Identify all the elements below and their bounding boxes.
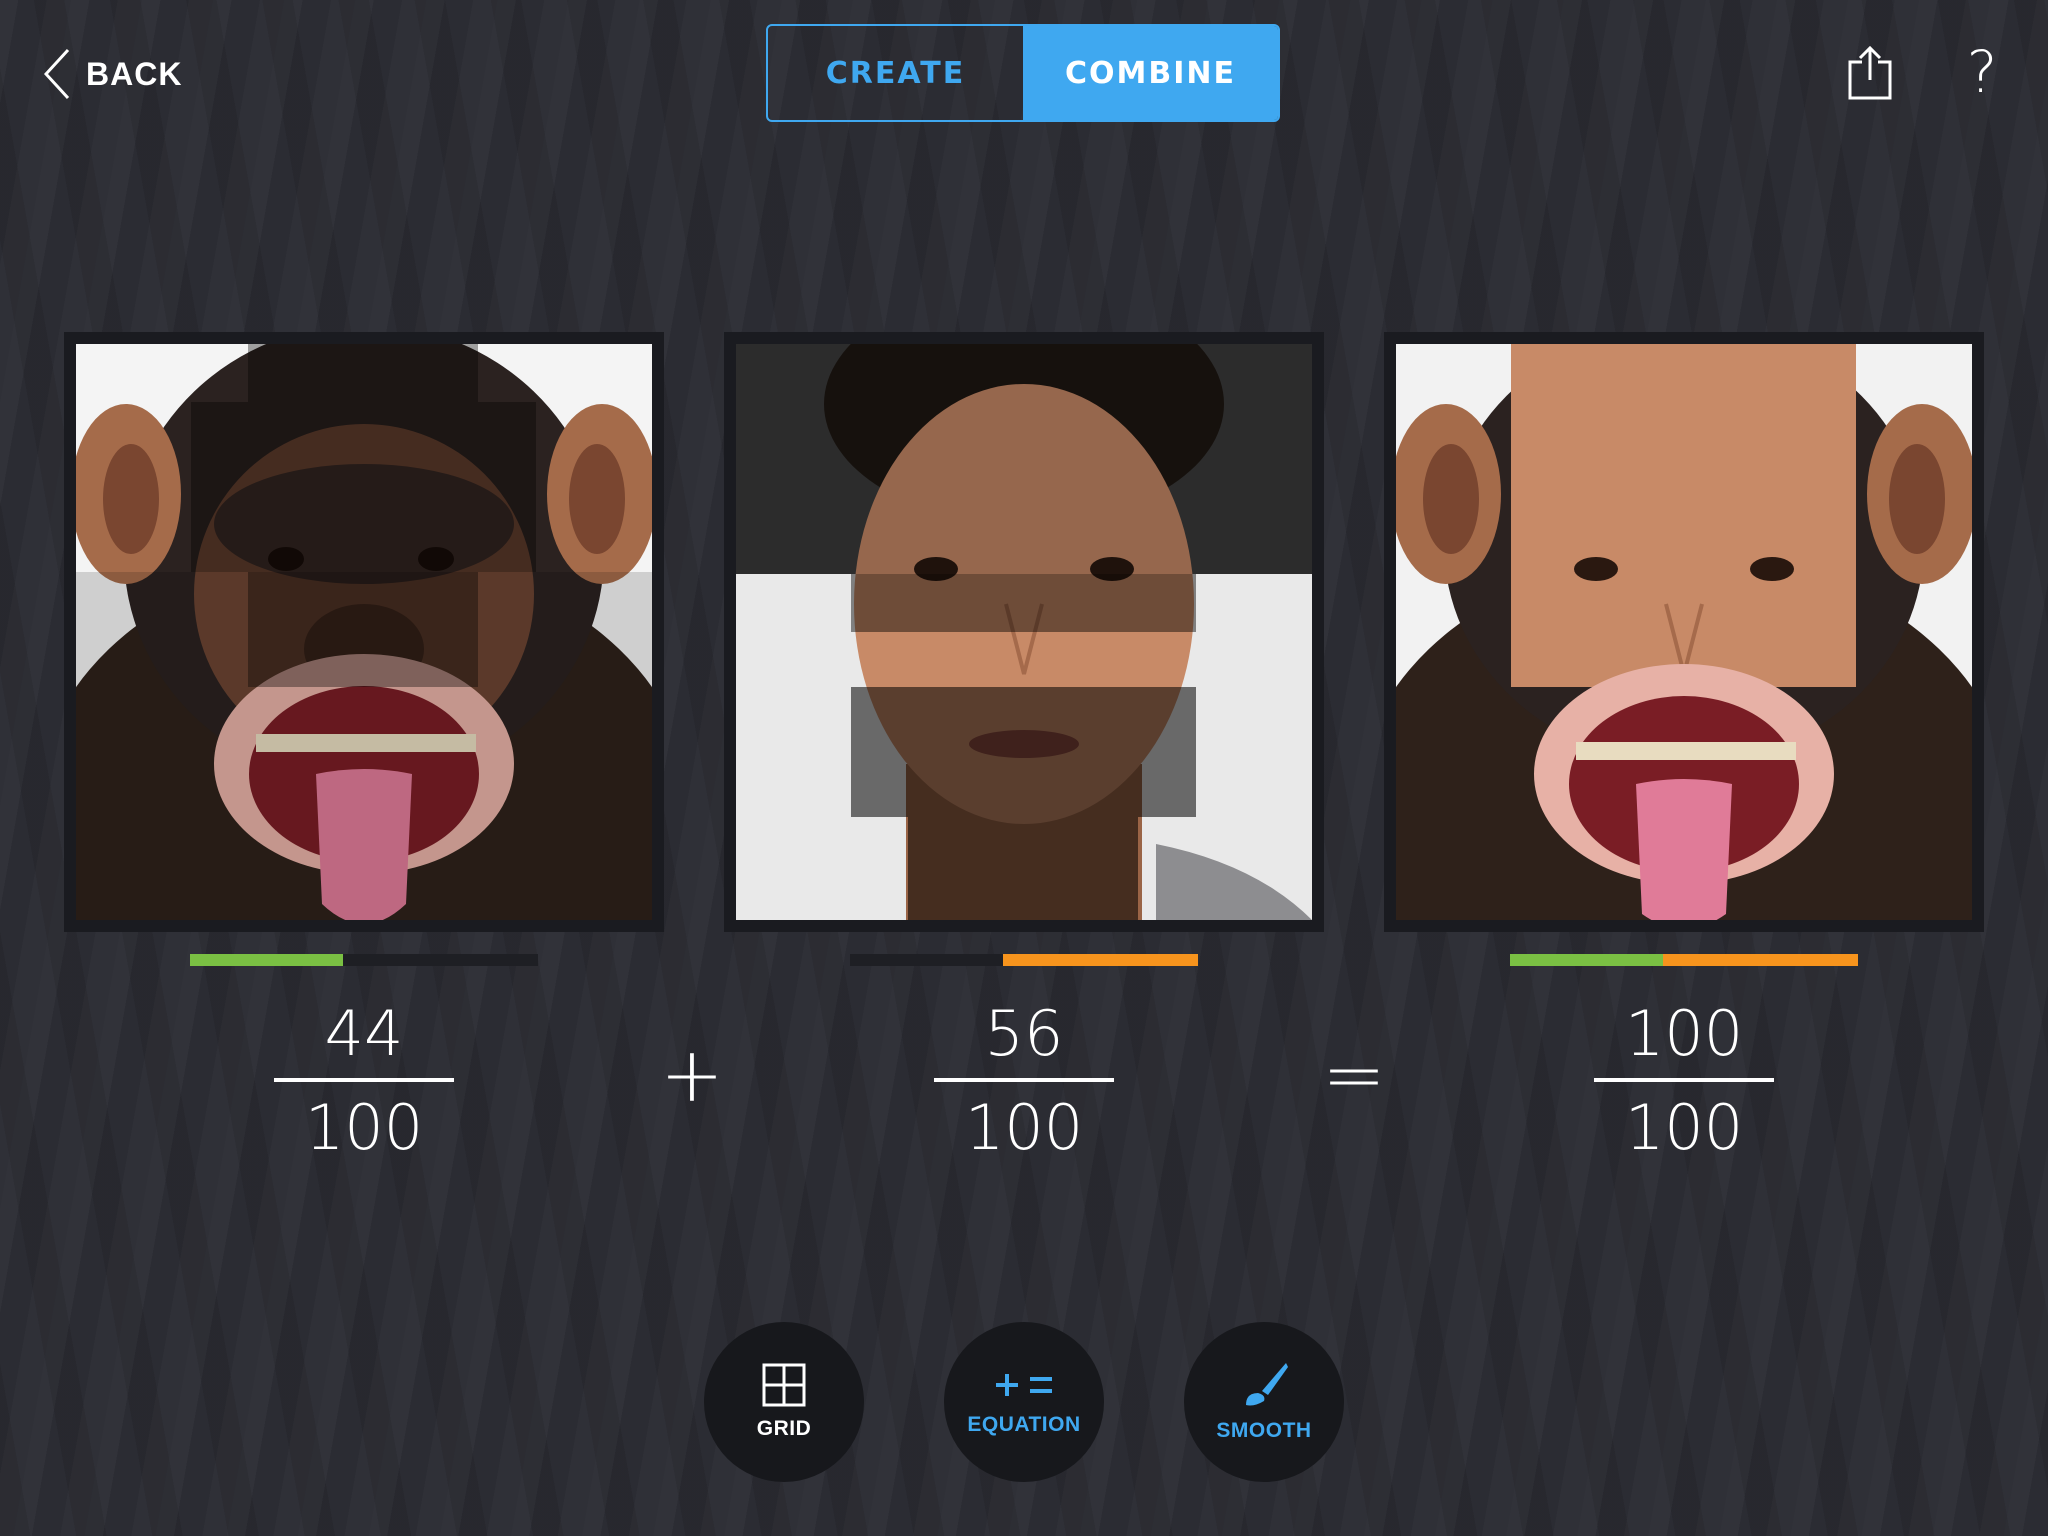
back-button[interactable]: BACK [44,46,182,102]
fraction-woman: 56 100 [934,994,1114,1168]
progress-fill-combined-orange [1663,954,1858,966]
image-panel-chimp[interactable] [64,332,664,932]
chimp-photo [76,344,652,920]
chevron-left-icon [44,48,70,100]
progress-bar-chimp [190,954,538,966]
fraction-line [274,1078,454,1082]
plus-operator: + [660,1030,724,1119]
image-panel-combined[interactable] [1384,332,1984,932]
mode-segmented-control: CREATE COMBINE [766,24,1280,122]
fraction-combined: 100 100 [1594,994,1774,1168]
numerator: 44 [324,997,404,1070]
brush-icon [1246,1363,1288,1406]
equation-button[interactable]: EQUATION [944,1322,1104,1482]
smooth-button[interactable]: SMOOTH [1184,1322,1344,1482]
equation-label: EQUATION [967,1413,1081,1436]
grid-button[interactable]: GRID [704,1322,864,1482]
smooth-label: SMOOTH [1216,1419,1312,1442]
denominator: 100 [1624,1091,1744,1164]
progress-bar-combined [1510,954,1858,966]
share-icon[interactable] [1848,44,1892,100]
grid-icon [762,1363,806,1407]
denominator: 100 [304,1091,424,1164]
equals-operator: = [1322,1030,1386,1119]
tab-combine[interactable]: COMBINE [1023,26,1278,120]
back-label: BACK [86,55,183,92]
fraction-line [1594,1078,1774,1082]
woman-photo [736,344,1312,920]
grid-label: GRID [756,1417,812,1440]
denominator: 100 [964,1091,1084,1164]
combined-photo [1396,344,1972,920]
image-panel-woman[interactable] [724,332,1324,932]
numerator: 56 [984,997,1064,1070]
progress-fill-combined-green [1510,954,1664,966]
fraction-chimp: 44 100 [274,994,454,1168]
help-button[interactable]: ? [1960,38,2004,106]
progress-fill-chimp [190,954,344,966]
numerator: 100 [1624,997,1744,1070]
fraction-line [934,1078,1114,1082]
equation-icon [996,1374,1052,1396]
progress-bar-woman [850,954,1198,966]
progress-fill-woman [1003,954,1198,966]
tab-create[interactable]: CREATE [768,26,1023,120]
